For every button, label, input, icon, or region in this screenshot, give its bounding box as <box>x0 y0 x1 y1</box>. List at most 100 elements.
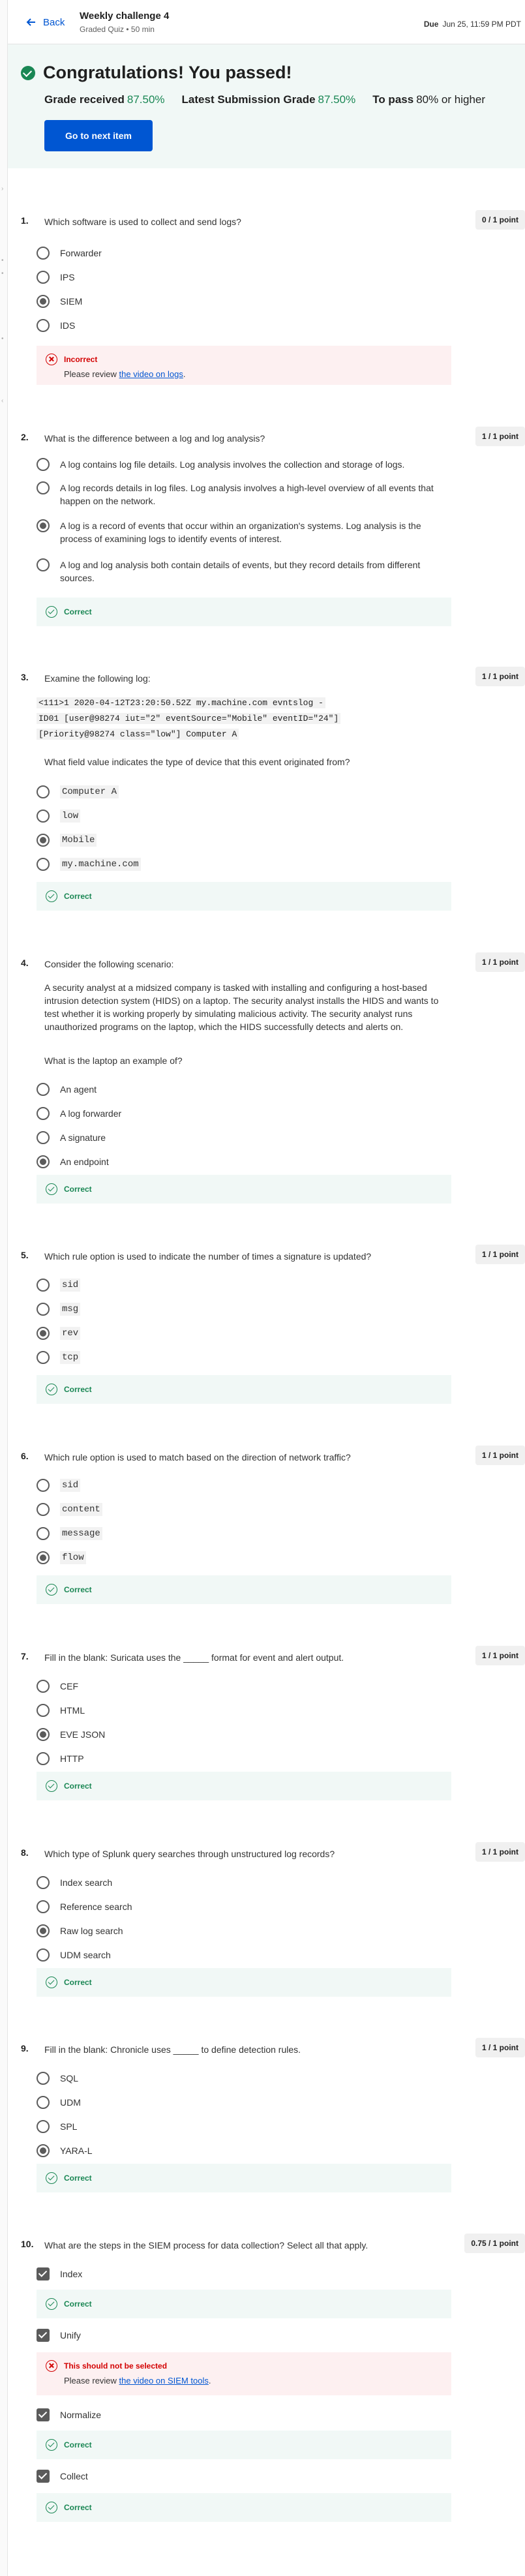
radio-button-selected[interactable] <box>37 1155 50 1168</box>
radio-button[interactable] <box>37 247 50 260</box>
option[interactable]: tcp <box>37 1351 447 1364</box>
option[interactable]: HTTP <box>37 1752 447 1765</box>
scenario-text: A security analyst at a midsized company… <box>44 982 439 1032</box>
radio-button-selected[interactable] <box>37 1924 50 1937</box>
option[interactable]: rev <box>37 1327 447 1340</box>
option[interactable]: An agent <box>37 1083 447 1096</box>
radio-button[interactable] <box>37 1279 50 1292</box>
option[interactable]: my.machine.com <box>37 858 447 871</box>
checkbox-checked[interactable] <box>37 2470 50 2483</box>
question-number: 9. <box>21 2043 29 2053</box>
checkbox-checked[interactable] <box>37 2329 50 2342</box>
option[interactable]: YARA-L <box>37 2144 447 2157</box>
radio-button[interactable] <box>37 1948 50 1962</box>
feedback-correct: Correct <box>37 2493 451 2522</box>
option[interactable]: UDM <box>37 2096 447 2109</box>
checkbox-option[interactable]: Index <box>37 2267 447 2281</box>
review-link[interactable]: the video on SIEM tools <box>119 2376 209 2386</box>
radio-button[interactable] <box>37 481 50 494</box>
option[interactable]: SQL <box>37 2072 447 2085</box>
option[interactable]: content <box>37 1503 447 1516</box>
option[interactable]: msg <box>37 1303 447 1316</box>
question-text: Fill in the blank: Suricata uses the ___… <box>44 1652 344 1663</box>
option[interactable]: flow <box>37 1551 447 1564</box>
radio-button-selected[interactable] <box>37 519 50 532</box>
radio-button[interactable] <box>37 1351 50 1364</box>
radio-button-selected[interactable] <box>37 1327 50 1340</box>
review-link[interactable]: the video on logs <box>119 369 183 379</box>
option[interactable]: IDS <box>37 319 447 332</box>
option[interactable]: Index search <box>37 1876 447 1889</box>
radio-button[interactable] <box>37 1680 50 1693</box>
option[interactable]: CEF <box>37 1680 447 1693</box>
points-badge: 1 / 1 point <box>475 1245 525 1264</box>
points-badge: 1 / 1 point <box>475 1646 525 1665</box>
option[interactable]: A signature <box>37 1131 447 1144</box>
next-item-button[interactable]: Go to next item <box>44 120 153 151</box>
check-circle-outline-icon <box>46 890 57 902</box>
radio-button[interactable] <box>37 1752 50 1765</box>
checkbox-option[interactable]: Normalize <box>37 2408 447 2421</box>
radio-button-selected[interactable] <box>37 1728 50 1741</box>
option[interactable]: Raw log search <box>37 1924 447 1937</box>
option[interactable]: low <box>37 810 447 823</box>
option[interactable]: Mobile <box>37 834 447 847</box>
radio-button[interactable] <box>37 2096 50 2109</box>
radio-button[interactable] <box>37 1303 50 1316</box>
radio-button[interactable] <box>37 1527 50 1540</box>
option[interactable]: SPL <box>37 2120 447 2133</box>
radio-button[interactable] <box>37 1876 50 1889</box>
option[interactable]: A log and log analysis both contain deta… <box>37 558 447 584</box>
radio-button[interactable] <box>37 1704 50 1717</box>
radio-button[interactable] <box>37 558 50 571</box>
radio-button[interactable] <box>37 1083 50 1096</box>
points-badge: 0 / 1 point <box>475 210 525 230</box>
option[interactable]: Computer A <box>37 785 447 798</box>
option[interactable]: EVE JSON <box>37 1728 447 1741</box>
radio-button-selected[interactable] <box>37 295 50 308</box>
checkbox-option[interactable]: Collect <box>37 2470 447 2483</box>
option[interactable]: A log is a record of events that occur w… <box>37 519 447 545</box>
radio-button-selected[interactable] <box>37 1551 50 1564</box>
radio-button[interactable] <box>37 858 50 871</box>
option[interactable]: message <box>37 1527 447 1540</box>
checkbox-checked[interactable] <box>37 2408 50 2421</box>
question-subtext: What field value indicates the type of d… <box>44 757 350 767</box>
radio-button[interactable] <box>37 271 50 284</box>
back-button[interactable]: Back <box>25 16 65 29</box>
radio-button[interactable] <box>37 1503 50 1516</box>
option[interactable]: SIEM <box>37 295 447 308</box>
option[interactable]: sid <box>37 1479 447 1492</box>
radio-button[interactable] <box>37 319 50 332</box>
radio-button[interactable] <box>37 2120 50 2133</box>
radio-button-selected[interactable] <box>37 2144 50 2157</box>
option[interactable]: Forwarder <box>37 247 447 260</box>
x-circle-icon <box>46 354 57 365</box>
radio-button[interactable] <box>37 1131 50 1144</box>
check-circle-outline-icon <box>46 2172 57 2184</box>
option[interactable]: A log forwarder <box>37 1107 447 1120</box>
radio-button[interactable] <box>37 1479 50 1492</box>
radio-button[interactable] <box>37 810 50 823</box>
option[interactable]: HTML <box>37 1704 447 1717</box>
points-badge: 1 / 1 point <box>475 667 525 686</box>
option[interactable]: A log contains log file details. Log ana… <box>37 458 447 471</box>
option[interactable]: UDM search <box>37 1948 447 1962</box>
top-bar: Back Weekly challenge 4 Graded Quiz • 50… <box>8 0 525 44</box>
radio-button[interactable] <box>37 1107 50 1120</box>
option[interactable]: Reference search <box>37 1900 447 1913</box>
radio-button[interactable] <box>37 458 50 471</box>
radio-button[interactable] <box>37 2072 50 2085</box>
radio-button[interactable] <box>37 1900 50 1913</box>
rail-marker-icon: • <box>1 270 4 277</box>
option[interactable]: An endpoint <box>37 1155 447 1168</box>
radio-button[interactable] <box>37 785 50 798</box>
checkbox-checked[interactable] <box>37 2267 50 2281</box>
option[interactable]: A log records details in log files. Log … <box>37 481 447 508</box>
checkbox-option[interactable]: Unify <box>37 2329 447 2342</box>
option[interactable]: sid <box>37 1279 447 1292</box>
due-value: Jun 25, 11:59 PM PDT <box>442 20 521 29</box>
radio-button-selected[interactable] <box>37 834 50 847</box>
x-circle-icon <box>46 2360 57 2372</box>
option[interactable]: IPS <box>37 271 447 284</box>
